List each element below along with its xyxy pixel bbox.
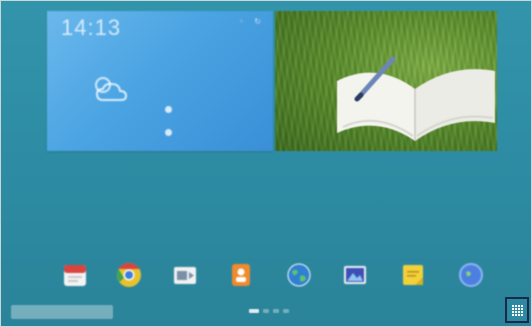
internet-app-icon[interactable] bbox=[285, 261, 313, 289]
weather-top-icons: ◦ ↻ bbox=[231, 17, 261, 26]
weather-info-icon bbox=[165, 106, 172, 113]
photo-widget[interactable] bbox=[275, 11, 497, 151]
partly-cloudy-icon bbox=[95, 77, 128, 101]
world-clock-app-icon[interactable] bbox=[457, 261, 485, 289]
calendar-app-icon[interactable] bbox=[61, 261, 89, 289]
page-indicator bbox=[249, 309, 289, 313]
weather-clock-widget[interactable]: 14:13 ◦ ↻ bbox=[47, 11, 273, 151]
home-screen: 14:13 ◦ ↻ bbox=[0, 0, 532, 327]
apps-grid-icon bbox=[511, 304, 523, 316]
page-dot[interactable] bbox=[273, 309, 279, 313]
location-icon[interactable]: ◦ bbox=[239, 17, 244, 26]
apps-button[interactable] bbox=[505, 297, 529, 323]
page-dot[interactable] bbox=[283, 309, 289, 313]
chrome-app-icon[interactable] bbox=[115, 261, 143, 289]
memo-app-icon[interactable] bbox=[399, 261, 427, 289]
gallery-app-icon[interactable] bbox=[341, 261, 369, 289]
video-app-icon[interactable] bbox=[171, 261, 199, 289]
weather-info-row bbox=[165, 106, 178, 113]
refresh-icon[interactable]: ↻ bbox=[254, 17, 261, 26]
clock-time: 14:13 bbox=[61, 15, 122, 40]
weather-info-icon bbox=[165, 129, 172, 136]
page-dot-active[interactable] bbox=[249, 309, 259, 313]
contacts-app-icon[interactable] bbox=[227, 261, 255, 289]
open-book-image bbox=[337, 56, 495, 141]
weather-info-row bbox=[165, 129, 178, 136]
google-search-bar[interactable] bbox=[11, 305, 113, 319]
page-dot[interactable] bbox=[263, 309, 269, 313]
app-dock bbox=[53, 255, 493, 295]
